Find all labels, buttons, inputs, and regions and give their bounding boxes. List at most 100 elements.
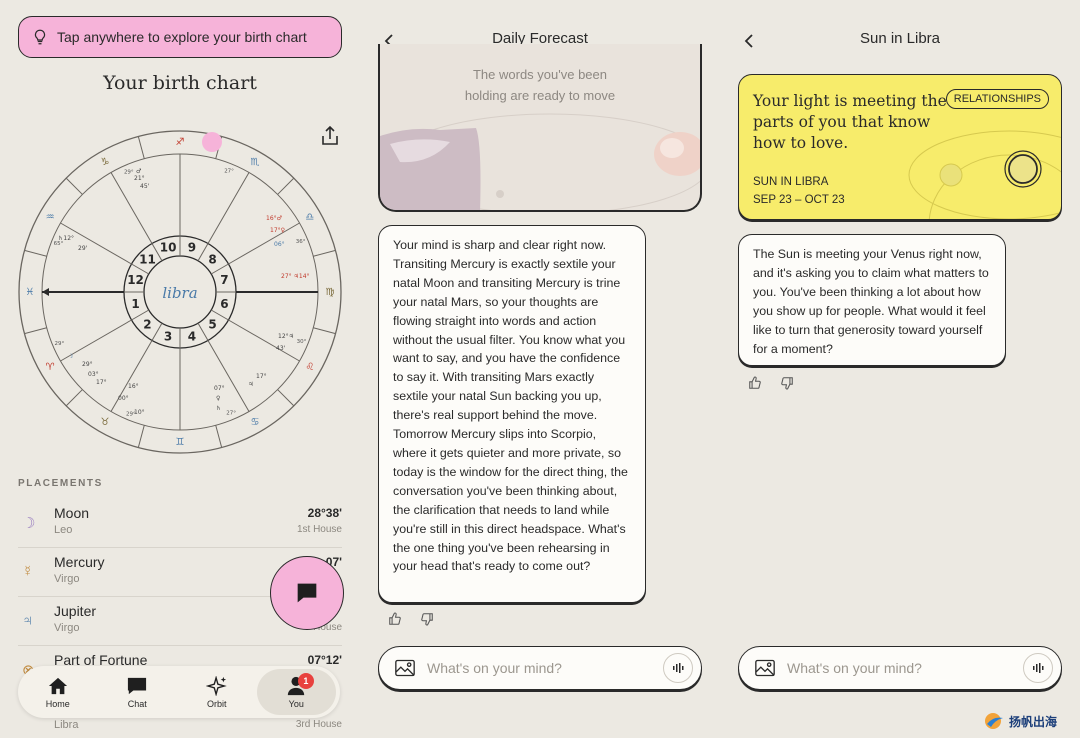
placement-sign: Virgo: [54, 622, 80, 634]
voice-button[interactable]: [1023, 653, 1053, 683]
placement-degree: 07°12': [307, 653, 342, 667]
nav-you[interactable]: You 1: [256, 669, 336, 715]
svg-text:03°: 03°: [88, 371, 99, 378]
house-cusp-line: [207, 172, 250, 244]
thumbs-up-icon[interactable]: [388, 612, 402, 626]
svg-text:16°♂: 16°♂: [266, 215, 282, 222]
zodiac-sign-glyph: ♑: [101, 157, 110, 168]
svg-text:07°: 07°: [214, 385, 225, 392]
sign-divider: [24, 327, 47, 335]
house-number: 1: [131, 297, 139, 311]
sparkle-icon: [205, 675, 227, 696]
placement-name: Mercury: [54, 554, 105, 570]
cusp-degree-label: 30°: [297, 339, 307, 345]
inner-ring-divider: [151, 322, 163, 341]
transit-placement: SUN IN LIBRA: [753, 176, 829, 188]
image-icon[interactable]: [395, 659, 415, 677]
house-number: 10: [160, 241, 177, 255]
cusp-degree-label: 36°: [296, 239, 306, 245]
cusp-degree-label: 29°: [55, 341, 65, 347]
house-number: 8: [208, 252, 216, 266]
home-icon: [48, 677, 67, 694]
svg-text:16°: 16°: [128, 383, 139, 390]
zodiac-sign-glyph: ♌: [305, 362, 314, 373]
chat-fab-button[interactable]: [270, 556, 344, 630]
svg-text:06°: 06°: [274, 241, 285, 248]
thumbs-down-icon[interactable]: [780, 376, 794, 390]
svg-text:43': 43': [276, 345, 286, 352]
forecast-message: Your mind is sharp and clear right now. …: [378, 225, 646, 603]
nav-home[interactable]: Home: [18, 669, 98, 715]
zodiac-sign-glyph: ♍: [326, 287, 335, 298]
nav-label: Orbit: [206, 698, 227, 709]
input-placeholder: What's on your mind?: [787, 660, 922, 676]
birth-chart-wheel[interactable]: 123 456789101112 ♈♉♊♋♌♍♎♏♐♑♒♓ 30°27°29°29…: [16, 128, 344, 456]
svg-text:♀: ♀: [216, 395, 220, 402]
transit-card[interactable]: Your light is meeting the parts of you t…: [738, 74, 1062, 220]
house-number: 3: [164, 329, 172, 343]
cusp-degree-label: 27°: [224, 169, 234, 175]
svg-text:17°: 17°: [96, 379, 107, 386]
svg-text:♄12°: ♄12°: [58, 235, 74, 242]
house-cusp-line: [228, 222, 300, 265]
nav-label: You: [288, 698, 304, 709]
svg-text:27° ♃14°: 27° ♃14°: [281, 273, 310, 280]
house-number: 5: [208, 318, 216, 332]
chat-bubble-icon: [297, 583, 317, 603]
bottom-nav: Home Chat Orbit You 1: [18, 666, 340, 718]
zodiac-sign-glyph: ♉: [101, 417, 110, 428]
svg-text:29': 29': [78, 245, 88, 252]
explore-chart-banner[interactable]: Tap anywhere to explore your birth chart: [18, 16, 342, 58]
relationships-tag: RELATIONSHIPS: [945, 89, 1049, 109]
placement-name: Jupiter: [54, 603, 97, 619]
zodiac-sign-glyph: ♈: [46, 362, 55, 373]
sign-divider: [313, 249, 336, 257]
sign-divider: [65, 177, 83, 195]
sign-divider: [313, 327, 336, 335]
chat-icon: [128, 677, 147, 694]
svg-text:17°: 17°: [256, 373, 267, 380]
sign-divider: [277, 389, 295, 407]
zodiac-sign-glyph: ♓: [26, 287, 35, 298]
waveform-icon: [673, 663, 684, 673]
input-placeholder: What's on your mind?: [427, 660, 562, 676]
sign-divider: [137, 136, 145, 159]
sign-divider: [137, 425, 145, 448]
svg-text:45': 45': [140, 183, 150, 190]
wheel-center-label: libra: [162, 284, 197, 302]
screen-title: Sun in Libra: [859, 30, 941, 47]
sign-divider: [24, 249, 47, 257]
forecast-card[interactable]: The words you've been holding are ready …: [378, 44, 702, 212]
house-number: 2: [143, 318, 151, 332]
svg-text:♄: ♄: [216, 405, 221, 412]
voice-button[interactable]: [663, 653, 693, 683]
watermark-logo-icon: [985, 713, 1003, 729]
nav-orbit[interactable]: Orbit: [177, 669, 257, 715]
thumbs-down-icon[interactable]: [420, 612, 434, 626]
sign-divider: [65, 389, 83, 407]
placement-sign: Leo: [54, 524, 73, 536]
house-number: 6: [220, 297, 228, 311]
svg-text:21°: 21°: [134, 175, 145, 182]
placement-row-moon[interactable]: ☽ Moon Leo 28°38' 1st House: [18, 500, 342, 548]
image-icon[interactable]: [755, 659, 775, 677]
placement-sign: Virgo: [54, 573, 80, 585]
nav-label: Home: [45, 698, 70, 709]
placement-house: 1st House: [296, 524, 342, 535]
svg-text:♃: ♃: [248, 381, 253, 388]
watermark-text: 扬帆出海: [1009, 714, 1058, 729]
thumbs-up-icon[interactable]: [748, 376, 762, 390]
message-input[interactable]: What's on your mind?: [738, 646, 1062, 690]
nav-label: Chat: [127, 698, 147, 709]
zodiac-sign-glyph: ♊: [176, 437, 185, 448]
svg-text:♂: ♂: [136, 168, 141, 175]
inner-ring-divider: [197, 322, 209, 341]
message-input[interactable]: What's on your mind?: [378, 646, 702, 690]
house-cusp-line: [228, 319, 300, 362]
cusp-degree-label: 27°: [226, 411, 236, 417]
birth-chart-screen: Tap anywhere to explore your birth chart…: [0, 0, 360, 738]
zodiac-sign-glyph: ♋: [251, 417, 260, 428]
nav-chat[interactable]: Chat: [98, 669, 178, 715]
zodiac-sign-glyph: ♒: [46, 212, 55, 223]
placement-house: 3rd House: [295, 719, 342, 730]
